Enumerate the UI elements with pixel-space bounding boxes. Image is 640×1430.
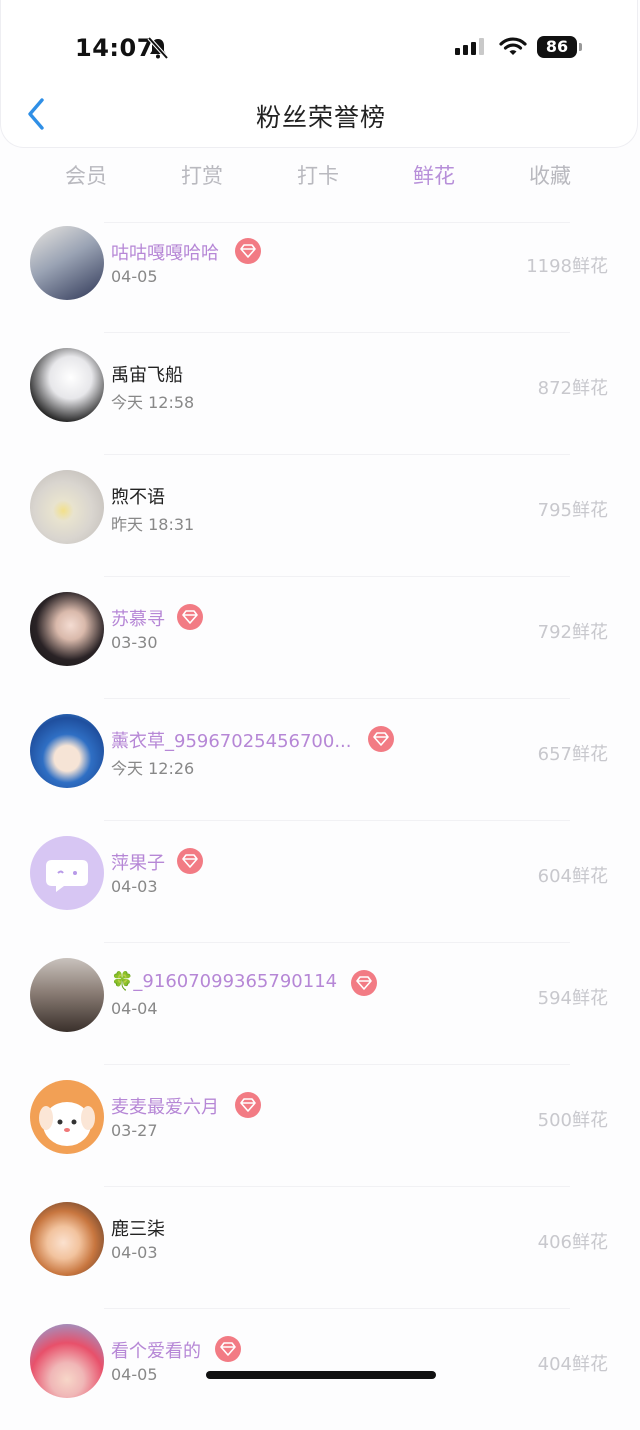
user-name[interactable]: 苏慕寻: [111, 605, 165, 631]
divider: [104, 1186, 570, 1187]
list-item[interactable]: 苏慕寻 03-30 792鲜花: [0, 576, 640, 698]
status-bar: 14:07 86: [1, 0, 640, 94]
page-title: 粉丝荣誉榜: [255, 103, 386, 132]
flower-count: 1198鲜花: [526, 256, 608, 277]
tab-favorites[interactable]: 收藏: [492, 160, 608, 190]
divider: [104, 1064, 570, 1065]
divider: [104, 576, 570, 577]
list-item[interactable]: 薰衣草_95967025456700... 今天 12:26 657鲜花: [0, 698, 640, 820]
user-name[interactable]: 禹宙飞船: [111, 361, 183, 387]
time-label: 04-05: [111, 267, 158, 286]
list-item[interactable]: 麦麦最爱六月 03-27 500鲜花: [0, 1064, 640, 1186]
time-label: 03-27: [111, 1121, 158, 1140]
time-label: 04-03: [111, 877, 158, 896]
bell-muted-icon: [147, 36, 169, 64]
user-name[interactable]: 麦麦最爱六月: [111, 1093, 219, 1119]
avatar[interactable]: [30, 348, 104, 422]
flower-count: 594鲜花: [537, 988, 608, 1009]
avatar[interactable]: [30, 714, 104, 788]
user-name[interactable]: 萍果子: [111, 849, 165, 875]
list-item[interactable]: 看个爱看的 04-05 404鲜花: [0, 1308, 640, 1430]
flower-count: 404鲜花: [537, 1354, 608, 1375]
flower-count: 500鲜花: [537, 1110, 608, 1131]
user-name[interactable]: 鹿三柒: [111, 1215, 165, 1241]
list-item[interactable]: 🍀_91607099365790114 04-04 594鲜花: [0, 942, 640, 1064]
user-name[interactable]: 薰衣草_95967025456700...: [111, 727, 352, 753]
list-item[interactable]: 煦不语 昨天 18:31 795鲜花: [0, 454, 640, 576]
vip-diamond-icon: [177, 848, 203, 874]
avatar[interactable]: [30, 1202, 104, 1276]
divider: [104, 222, 570, 223]
status-time: 14:07: [75, 34, 154, 62]
list-item[interactable]: 萍果子 04-03 604鲜花: [0, 820, 640, 942]
vip-diamond-icon: [351, 970, 377, 996]
time-label: 03-30: [111, 633, 158, 652]
flower-count: 657鲜花: [537, 744, 608, 765]
cellular-signal-icon: [455, 36, 489, 62]
vip-diamond-icon: [215, 1336, 241, 1362]
flower-count: 604鲜花: [537, 866, 608, 887]
divider: [104, 820, 570, 821]
avatar[interactable]: [30, 836, 104, 910]
top-bar: 14:07 86 粉丝荣誉榜: [0, 0, 638, 148]
divider: [104, 942, 570, 943]
list-item[interactable]: 禹宙飞船 今天 12:58 872鲜花: [0, 332, 640, 454]
divider: [104, 454, 570, 455]
avatar[interactable]: [30, 226, 104, 300]
divider: [104, 698, 570, 699]
flower-count: 792鲜花: [537, 622, 608, 643]
time-label: 04-05: [111, 1365, 158, 1384]
time-label: 04-03: [111, 1243, 158, 1262]
vip-diamond-icon: [177, 604, 203, 630]
vip-diamond-icon: [368, 726, 394, 752]
time-label: 昨天 18:31: [111, 515, 195, 534]
chat-bubble-icon: [46, 860, 88, 892]
tab-reward[interactable]: 打赏: [144, 160, 260, 190]
flower-count: 872鲜花: [537, 378, 608, 399]
list-item[interactable]: 咕咕嘎嘎哈哈 04-05 1198鲜花: [0, 222, 640, 344]
user-name[interactable]: 看个爱看的: [111, 1337, 201, 1363]
divider: [104, 332, 570, 333]
tab-flowers[interactable]: 鲜花: [376, 160, 492, 190]
wifi-icon: [499, 36, 527, 62]
time-label: 04-04: [111, 999, 158, 1018]
avatar[interactable]: [30, 958, 104, 1032]
battery-level: 86: [545, 37, 569, 56]
divider: [104, 1308, 570, 1309]
flower-count: 406鲜花: [537, 1232, 608, 1253]
home-indicator[interactable]: [206, 1371, 436, 1379]
user-name[interactable]: 咕咕嘎嘎哈哈: [111, 239, 219, 265]
flower-count: 795鲜花: [537, 500, 608, 521]
vip-diamond-icon: [235, 238, 261, 264]
time-label: 今天 12:58: [111, 393, 195, 412]
battery-icon: 86: [537, 36, 583, 58]
avatar[interactable]: [30, 1080, 104, 1154]
time-label: 今天 12:26: [111, 759, 195, 778]
user-name[interactable]: 🍀_91607099365790114: [111, 971, 337, 992]
user-name[interactable]: 煦不语: [111, 483, 165, 509]
list-item[interactable]: 鹿三柒 04-03 406鲜花: [0, 1186, 640, 1308]
tab-checkin[interactable]: 打卡: [260, 160, 376, 190]
avatar[interactable]: [30, 1324, 104, 1398]
puppy-icon: [39, 1102, 95, 1146]
avatar[interactable]: [30, 470, 104, 544]
vip-diamond-icon: [235, 1092, 261, 1118]
tab-bar: 会员 打赏 打卡 鲜花 收藏: [0, 160, 640, 200]
tab-member[interactable]: 会员: [28, 160, 144, 190]
avatar[interactable]: [30, 592, 104, 666]
